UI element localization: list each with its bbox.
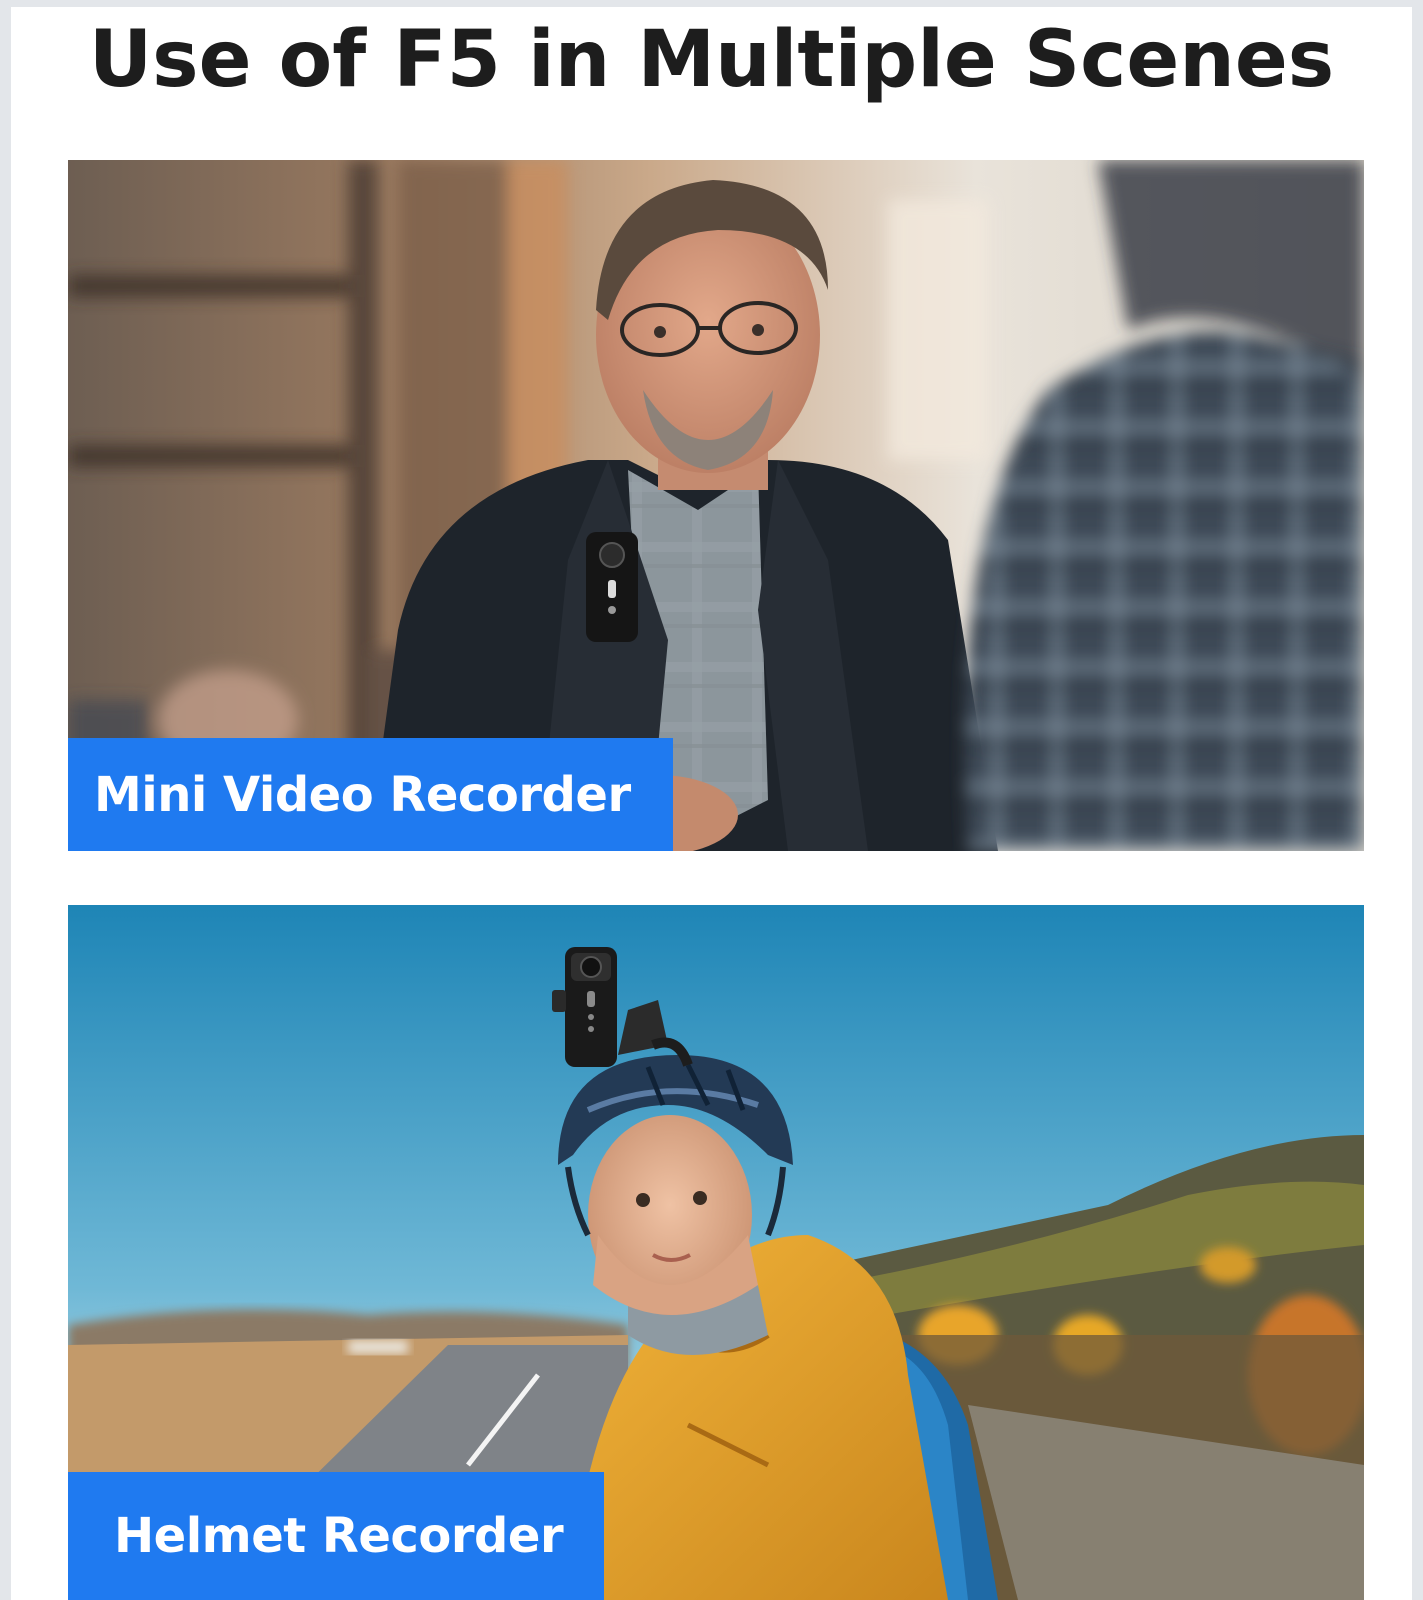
scene-label: Mini Video Recorder bbox=[68, 738, 673, 851]
scene-mini-video-recorder: Mini Video Recorder bbox=[68, 160, 1364, 851]
page-title: Use of F5 in Multiple Scenes bbox=[88, 15, 1335, 105]
product-scenes-page: Use of F5 in Multiple Scenes Mini Video … bbox=[11, 7, 1412, 1600]
scene-helmet-recorder: Helmet Recorder bbox=[68, 905, 1364, 1600]
scene-label: Helmet Recorder bbox=[68, 1472, 604, 1600]
